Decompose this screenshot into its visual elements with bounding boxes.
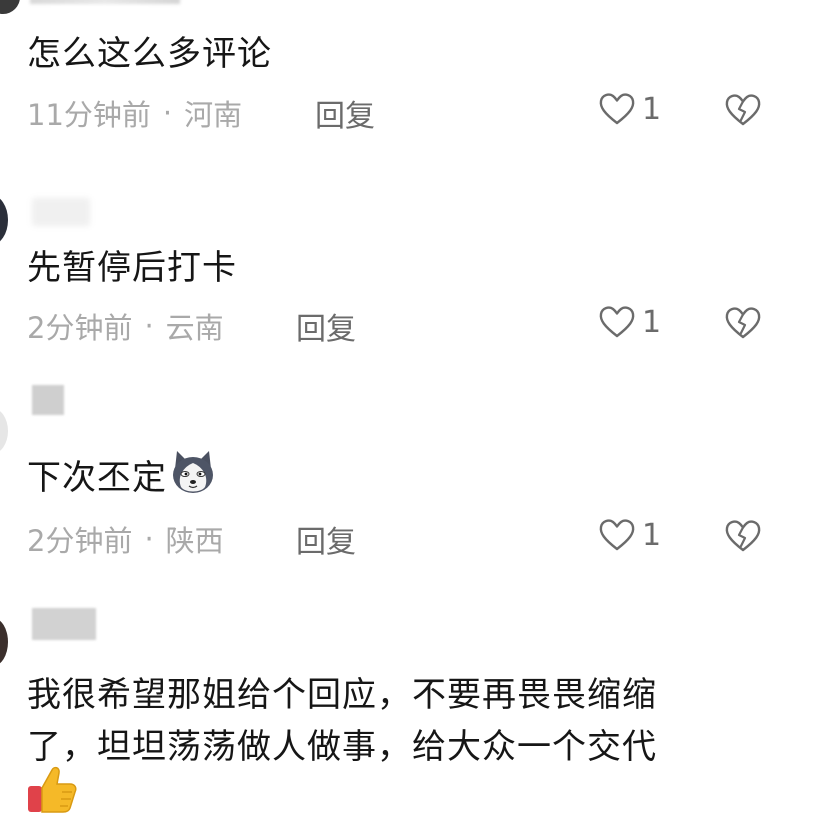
comment-text-line2: 了，坦坦荡荡做人做事，给大众一个交代: [27, 727, 657, 767]
username-blurred: [32, 385, 64, 415]
comment-text: 先暂停后打卡: [27, 248, 237, 288]
like-button[interactable]: 1: [598, 517, 661, 553]
avatar[interactable]: [0, 195, 8, 245]
reply-button[interactable]: 回复: [296, 304, 356, 348]
like-count: 1: [642, 517, 662, 553]
reply-button[interactable]: 回复: [296, 517, 356, 561]
comment-meta: 11分钟前 · 河南: [27, 92, 242, 134]
like-count: 1: [642, 91, 662, 127]
comment-meta: 2分钟前 · 陕西: [27, 518, 224, 560]
comment-time: 11分钟前: [27, 98, 151, 132]
heart-icon: [599, 306, 635, 338]
comment-meta: 2分钟前 · 云南: [27, 305, 224, 347]
comment-text-line1: 我很希望那姐给个回应，不要再畏畏缩缩: [27, 675, 657, 715]
comment-location: 河南: [184, 98, 243, 132]
avatar[interactable]: [0, 408, 8, 454]
meta-separator: ·: [144, 309, 154, 343]
broken-heart-icon: [725, 94, 761, 126]
avatar[interactable]: [0, 618, 8, 666]
comment-time: 2分钟前: [27, 524, 133, 558]
like-button[interactable]: 1: [598, 304, 661, 340]
dislike-button[interactable]: [724, 518, 762, 554]
comment-feed: 怎么这么多评论 11分钟前 · 河南 回复 1 先暂停后打卡 2分钟前 · 云南: [0, 0, 814, 825]
broken-heart-icon: [725, 307, 761, 339]
husky-dog-emoji: [167, 451, 217, 504]
meta-separator: ·: [144, 522, 154, 556]
like-button[interactable]: 1: [598, 91, 661, 127]
dislike-button[interactable]: [724, 92, 762, 128]
comment-text-content: 下次丕定: [27, 458, 167, 498]
heart-icon: [599, 93, 635, 125]
comment-time: 2分钟前: [27, 311, 133, 345]
reply-button[interactable]: 回复: [315, 91, 375, 135]
dislike-button[interactable]: [724, 305, 762, 341]
broken-heart-icon: [725, 520, 761, 552]
avatar[interactable]: [0, 0, 20, 14]
comment-location: 云南: [165, 311, 224, 345]
thumbs-up-emoji: [26, 764, 78, 818]
username-blurred: [32, 608, 96, 640]
meta-separator: ·: [162, 96, 173, 130]
heart-icon: [599, 519, 635, 551]
comment-text: 下次丕定: [27, 450, 217, 504]
username-blurred: [32, 198, 90, 226]
username-blurred: [30, 0, 180, 4]
comment-text: 怎么这么多评论: [27, 34, 272, 74]
like-count: 1: [642, 304, 662, 340]
comment-location: 陕西: [165, 524, 224, 558]
